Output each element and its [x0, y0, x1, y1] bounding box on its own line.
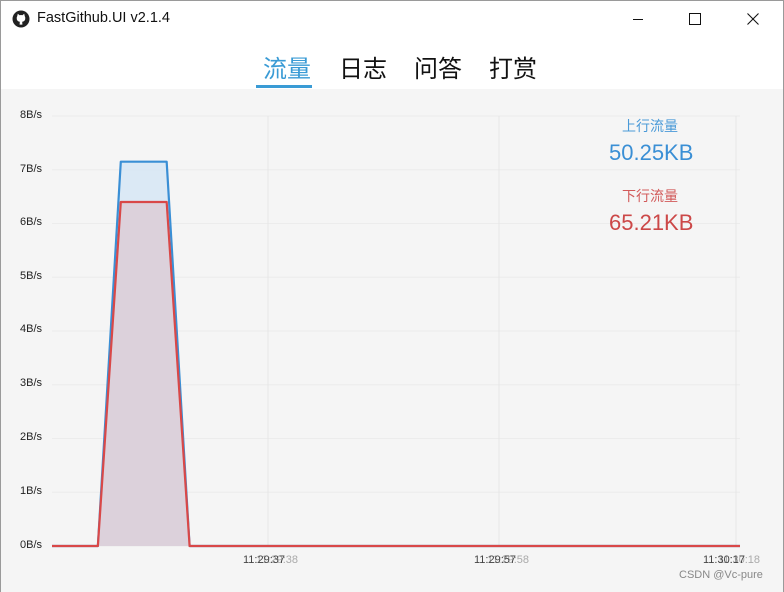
x-tick-label: 11:29:37 [243, 554, 286, 566]
y-tick-label: 3B/s [20, 377, 43, 389]
download-total-value: 65.21KB [609, 210, 694, 235]
y-tick-label: 0B/s [20, 539, 43, 551]
watermark: CSDN @Vc-pure [679, 569, 763, 581]
y-tick-label: 1B/s [20, 485, 43, 497]
y-tick-label: 7B/s [20, 163, 43, 175]
y-tick-label: 2B/s [20, 431, 43, 443]
download-legend-label: 下行流量 [622, 189, 678, 205]
y-tick-label: 8B/s [20, 109, 43, 121]
x-tick-label: 11:29:57 [474, 554, 517, 566]
series-area-download [52, 202, 740, 546]
traffic-chart [52, 115, 740, 548]
y-tick-label: 6B/s [20, 216, 43, 228]
y-tick-label: 4B/s [20, 323, 43, 335]
x-tick-label: 11:30:17 [703, 554, 746, 566]
y-tick-label: 5B/s [20, 270, 43, 282]
upload-legend-label: 上行流量 [622, 119, 678, 135]
upload-total-value: 50.25KB [609, 140, 694, 165]
